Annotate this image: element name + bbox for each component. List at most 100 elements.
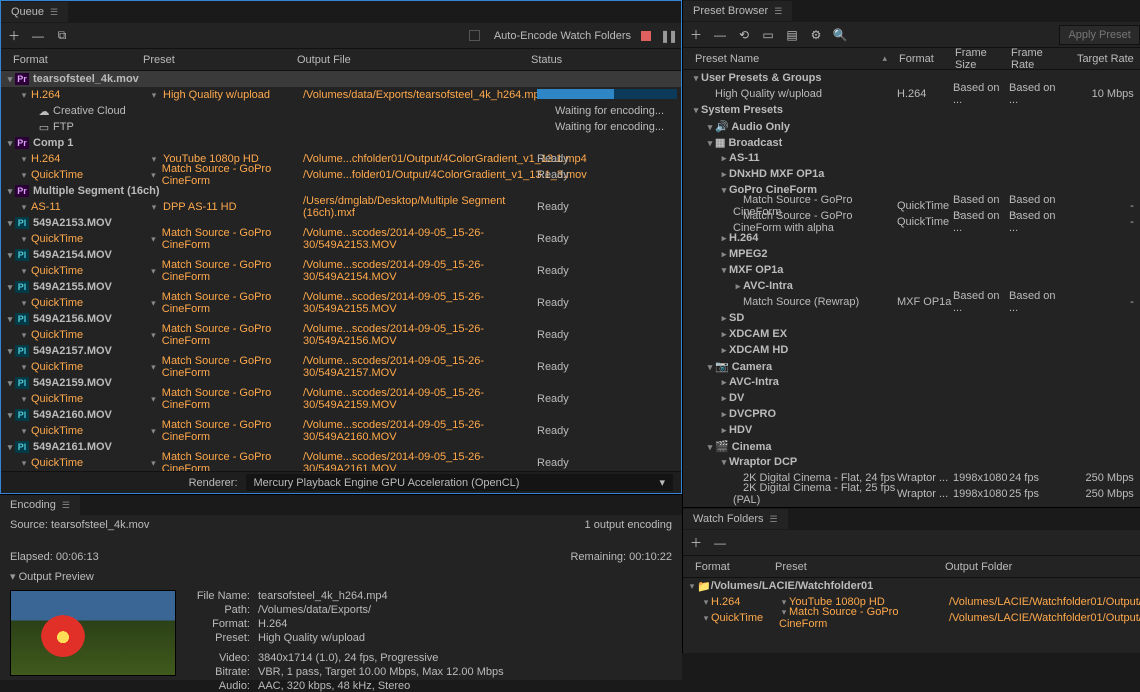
- hdr-framesize[interactable]: Frame Size: [949, 47, 1005, 71]
- disclosure-icon[interactable]: ▸: [719, 393, 729, 404]
- preset-row[interactable]: ▸H.264: [683, 230, 1140, 246]
- format-link[interactable]: AS-11: [31, 201, 61, 213]
- output-row[interactable]: ▾QuickTime▾Match Source - GoPro CineForm…: [1, 327, 681, 343]
- hdr-woutput[interactable]: Output Folder: [939, 561, 1140, 573]
- preset-row[interactable]: ▸MPEG2: [683, 246, 1140, 262]
- destination-row[interactable]: ▭FTPWaiting for encoding...: [1, 119, 681, 135]
- panel-menu-icon[interactable]: ☰: [62, 500, 70, 511]
- preset-row[interactable]: ▸HDV: [683, 422, 1140, 438]
- output-row[interactable]: ▾QuickTime▾Match Source - GoPro CineForm…: [1, 263, 681, 279]
- watch-output[interactable]: /Volumes/LACIE/Watchfolder01/Output/: [949, 596, 1140, 608]
- preset-link[interactable]: DPP AS-11 HD: [163, 201, 237, 213]
- output-link[interactable]: /Volume...scodes/2014-09-05_15-26-30/549…: [303, 451, 484, 471]
- hdr-format[interactable]: Format: [893, 53, 949, 65]
- output-row[interactable]: ▾QuickTime▾Match Source - GoPro CineForm…: [1, 295, 681, 311]
- output-row[interactable]: ▾AS-11▾DPP AS-11 HD/Users/dmglab/Desktop…: [1, 199, 681, 215]
- chevron-down-icon[interactable]: ▾: [19, 298, 29, 309]
- chevron-down-icon[interactable]: ▾: [149, 234, 158, 245]
- disclosure-icon[interactable]: ▸: [719, 329, 729, 340]
- stop-icon[interactable]: [641, 31, 651, 41]
- disclosure-icon[interactable]: ▾: [705, 122, 715, 133]
- chevron-down-icon[interactable]: ▾: [19, 394, 29, 405]
- chevron-down-icon[interactable]: ▾: [149, 202, 159, 213]
- chevron-down-icon[interactable]: ▾: [19, 426, 29, 437]
- disclosure-icon[interactable]: ▾: [5, 314, 15, 325]
- settings-icon[interactable]: ⚙: [809, 28, 823, 42]
- disclosure-icon[interactable]: ▾: [5, 74, 15, 85]
- panel-menu-icon[interactable]: ☰: [774, 6, 782, 17]
- output-link[interactable]: /Volume...scodes/2014-09-05_15-26-30/549…: [303, 291, 484, 315]
- disclosure-icon[interactable]: ▸: [719, 153, 729, 164]
- chevron-down-icon[interactable]: ▾: [19, 362, 29, 373]
- watch-body[interactable]: ▾📁 /Volumes/LACIE/Watchfolder01▾H.264▾Yo…: [683, 578, 1140, 653]
- format-link[interactable]: QuickTime: [31, 233, 83, 245]
- disclosure-icon[interactable]: ▾: [5, 442, 15, 453]
- preset-link[interactable]: Match Source - GoPro CineForm: [162, 419, 303, 443]
- disclosure-icon[interactable]: ▾: [5, 282, 15, 293]
- preset-row[interactable]: ▾▦ Broadcast: [683, 134, 1140, 150]
- watch-output-row[interactable]: ▾QuickTime▾Match Source - GoPro CineForm…: [683, 610, 1140, 626]
- disclosure-icon[interactable]: ▸: [719, 345, 729, 356]
- hdr-status[interactable]: Status: [525, 54, 675, 66]
- format-link[interactable]: QuickTime: [31, 361, 83, 373]
- preset-body[interactable]: ▾User Presets & GroupsHigh Quality w/upl…: [683, 70, 1140, 507]
- chevron-down-icon[interactable]: ▾: [19, 234, 29, 245]
- preset-link[interactable]: High Quality w/upload: [163, 89, 270, 101]
- format-link[interactable]: QuickTime: [31, 425, 83, 437]
- output-link[interactable]: /Volume...scodes/2014-09-05_15-26-30/549…: [303, 323, 484, 347]
- preset-link[interactable]: Match Source - GoPro CineForm: [162, 355, 303, 379]
- queue-tab[interactable]: Queue ☰: [1, 2, 68, 22]
- preset-link[interactable]: Match Source - GoPro CineForm: [162, 323, 303, 347]
- disclosure-icon[interactable]: ▾: [5, 186, 15, 197]
- sync-icon[interactable]: ⟲: [737, 28, 751, 42]
- chevron-down-icon[interactable]: ▾: [779, 607, 789, 618]
- renderer-select[interactable]: Mercury Playback Engine GPU Acceleration…: [246, 474, 673, 491]
- chevron-down-icon[interactable]: ▾: [19, 202, 29, 213]
- output-link[interactable]: /Volumes/data/Exports/tearsofsteel_4k_h2…: [303, 89, 546, 101]
- disclosure-icon[interactable]: ▸: [719, 249, 729, 260]
- chevron-down-icon[interactable]: ▾: [149, 170, 158, 181]
- chevron-down-icon[interactable]: ▾: [19, 154, 29, 165]
- disclosure-icon[interactable]: ▾: [5, 218, 15, 229]
- duplicate-icon[interactable]: ⧉: [55, 29, 69, 43]
- disclosure-icon[interactable]: ▾: [5, 346, 15, 357]
- chevron-down-icon[interactable]: ▾: [149, 266, 158, 277]
- output-row[interactable]: ▾QuickTime▾Match Source - GoPro CineForm…: [1, 423, 681, 439]
- format-link[interactable]: QuickTime: [31, 265, 83, 277]
- remove-icon[interactable]: —: [31, 29, 45, 43]
- disclosure-icon[interactable]: ▸: [719, 313, 729, 324]
- chevron-down-icon[interactable]: ▾: [19, 170, 29, 181]
- disclosure-icon[interactable]: ▸: [719, 377, 729, 388]
- pause-icon[interactable]: ❚❚: [661, 29, 675, 43]
- preset-row[interactable]: High Quality w/uploadH.264Based on ...Ba…: [683, 86, 1140, 102]
- disclosure-icon[interactable]: ▾: [5, 378, 15, 389]
- disclosure-icon[interactable]: ▾: [691, 73, 701, 84]
- format-link[interactable]: H.264: [31, 89, 60, 101]
- watch-format[interactable]: QuickTime: [711, 612, 763, 624]
- preset-row[interactable]: ▾🔊 Audio Only: [683, 118, 1140, 134]
- preset-row[interactable]: ▸AVC-Intra: [683, 278, 1140, 294]
- chevron-down-icon[interactable]: ▾: [19, 266, 29, 277]
- preset-row[interactable]: ▾System Presets: [683, 102, 1140, 118]
- disclosure-icon[interactable]: ▾: [691, 105, 701, 116]
- hdr-wpreset[interactable]: Preset: [769, 561, 939, 573]
- panel-menu-icon[interactable]: ☰: [770, 514, 778, 525]
- output-link[interactable]: /Volume...scodes/2014-09-05_15-26-30/549…: [303, 419, 484, 443]
- search-icon[interactable]: 🔍: [833, 28, 847, 42]
- disclosure-icon[interactable]: ▸: [719, 169, 729, 180]
- output-row[interactable]: ▾H.264▾High Quality w/upload/Volumes/dat…: [1, 87, 681, 103]
- format-link[interactable]: QuickTime: [31, 393, 83, 405]
- disclosure-icon[interactable]: ▾: [719, 265, 729, 276]
- hdr-preset[interactable]: Preset: [137, 54, 291, 66]
- preset-link[interactable]: Match Source - GoPro CineForm: [162, 387, 303, 411]
- chevron-down-icon[interactable]: ▾: [149, 298, 158, 309]
- disclosure-icon[interactable]: ▾: [705, 362, 715, 373]
- watch-output[interactable]: /Volumes/LACIE/Watchfolder01/Output/: [949, 612, 1140, 624]
- preset-link[interactable]: Match Source - GoPro CineForm: [162, 227, 303, 251]
- chevron-down-icon[interactable]: ▾: [149, 394, 158, 405]
- preset-row[interactable]: ▸XDCAM HD: [683, 342, 1140, 358]
- chevron-down-icon[interactable]: ▾: [19, 90, 29, 101]
- remove-watch-icon[interactable]: —: [713, 536, 727, 550]
- disclosure-icon[interactable]: ▾: [705, 138, 715, 149]
- chevron-down-icon[interactable]: ▾: [149, 90, 159, 101]
